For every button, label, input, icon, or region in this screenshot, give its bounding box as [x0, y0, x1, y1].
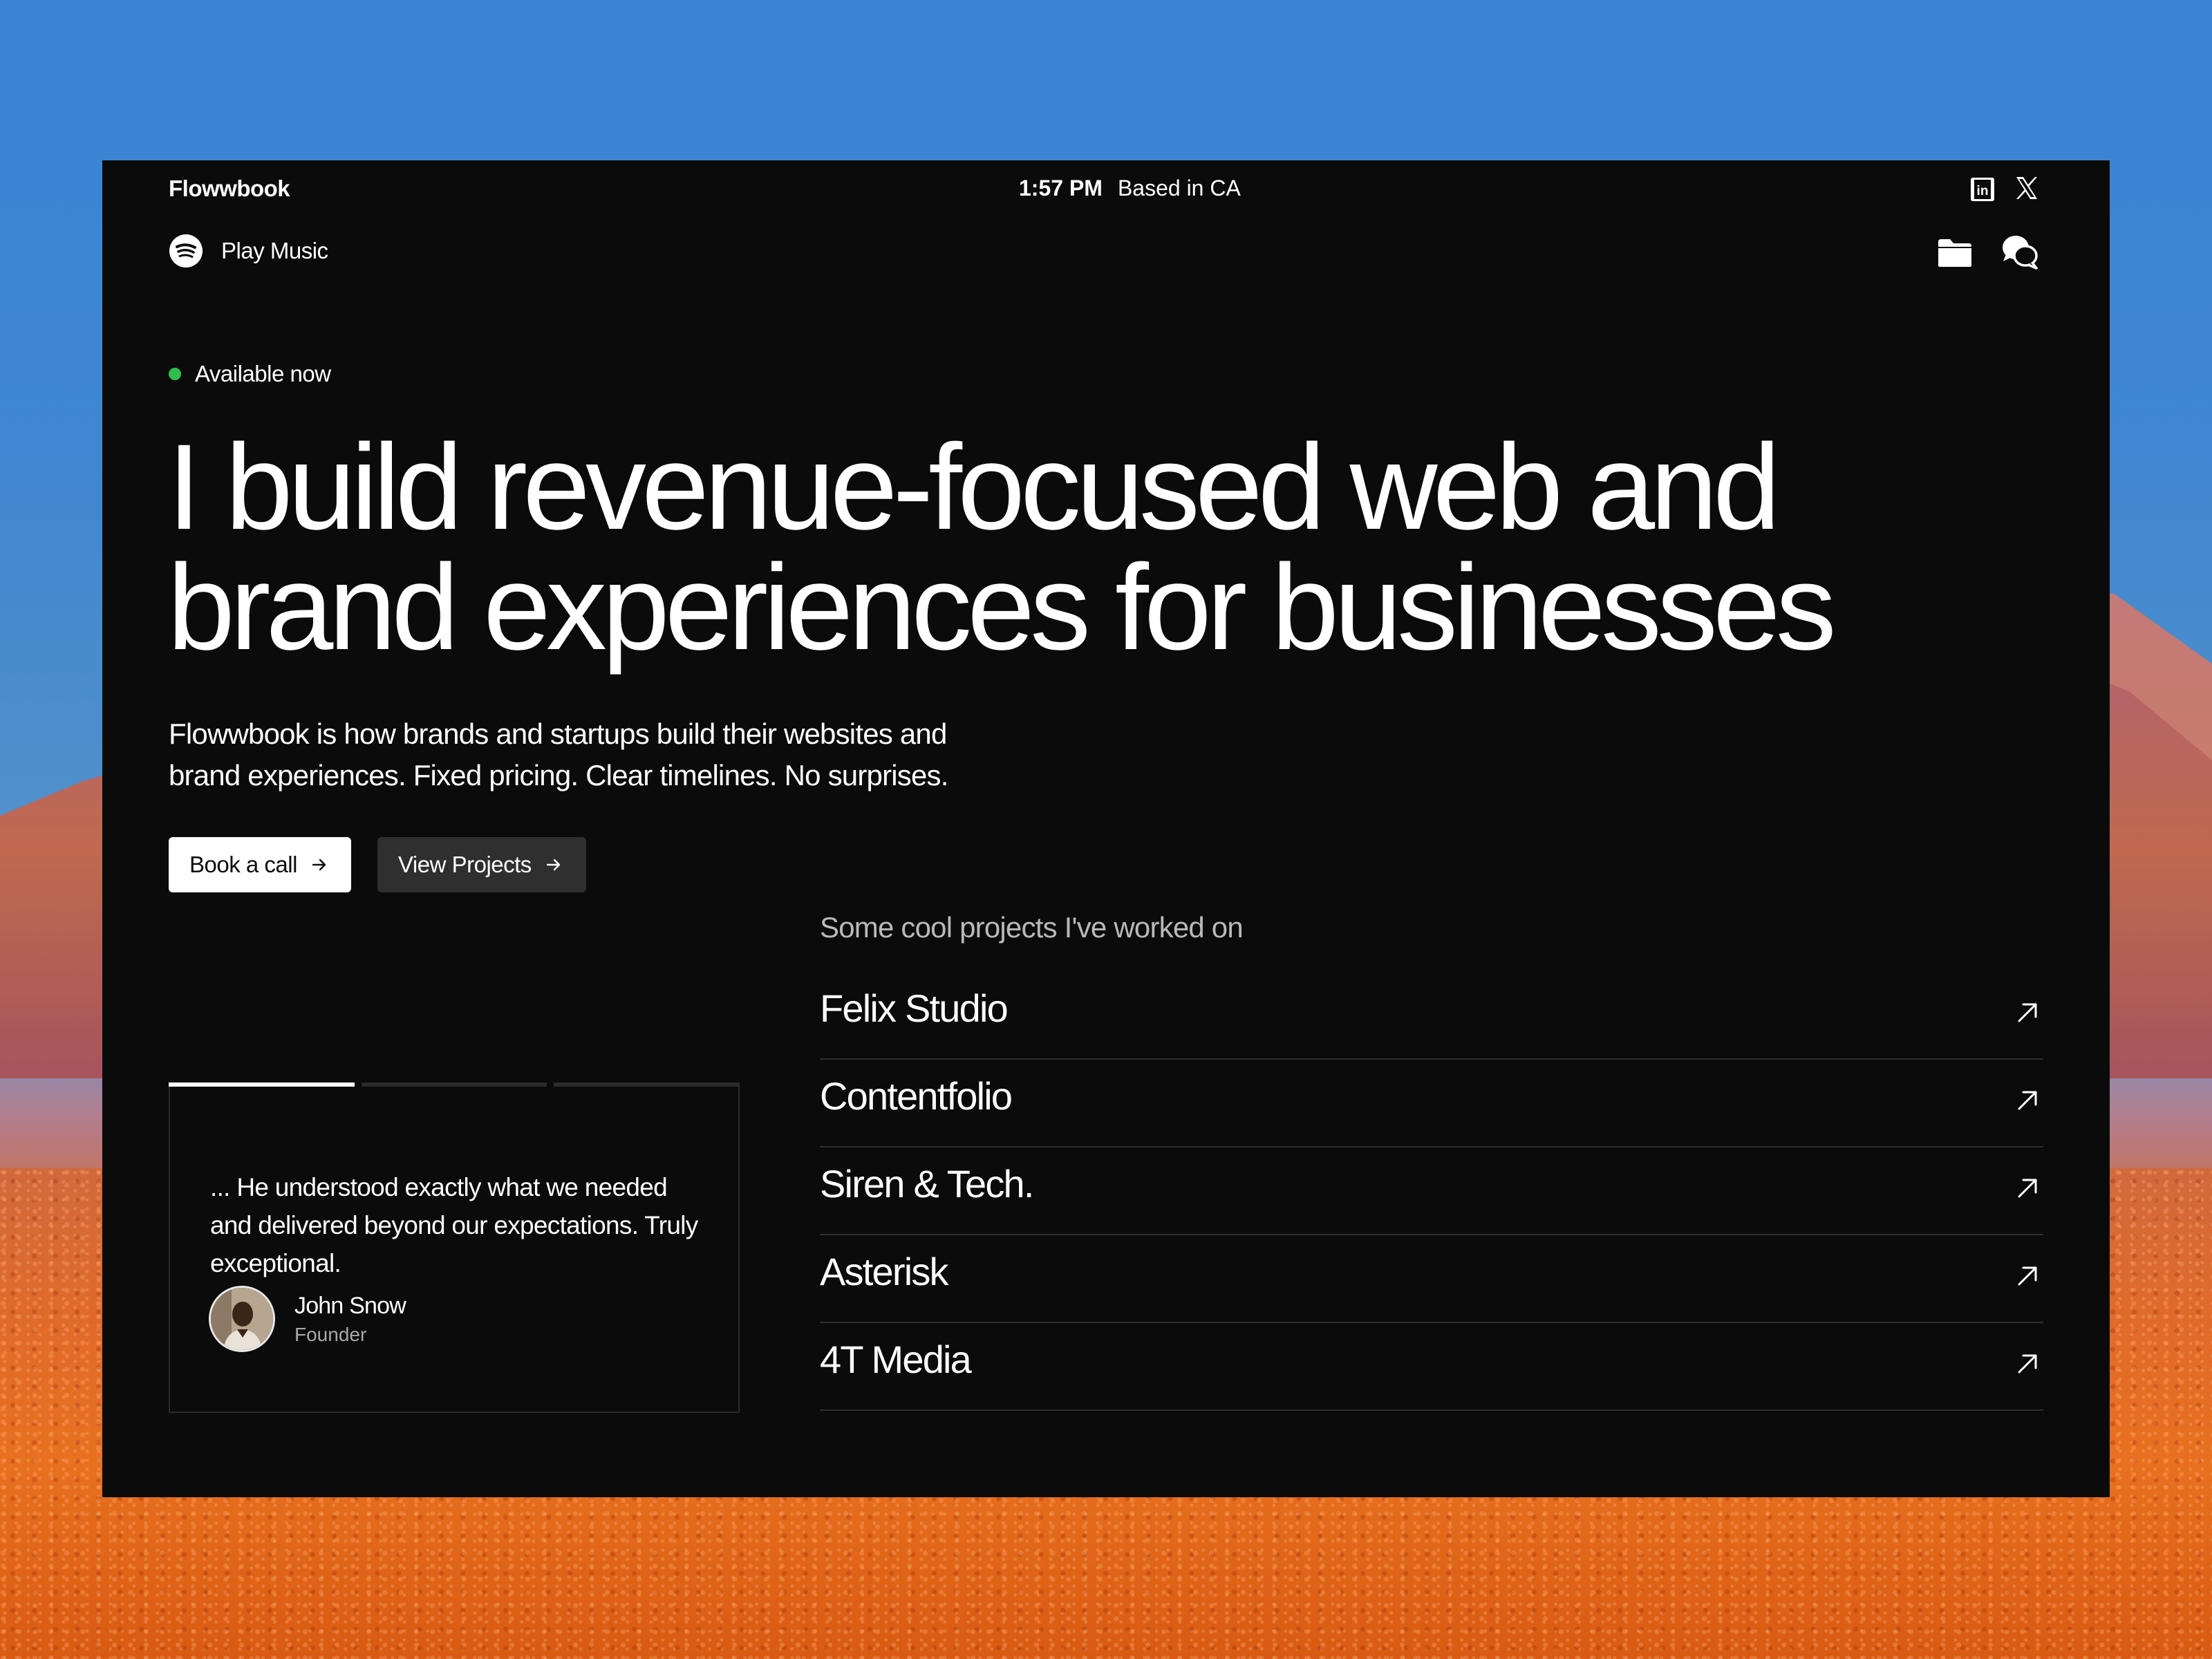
projects-heading: Some cool projects I've worked on	[820, 911, 1244, 944]
project-name: Contentfolio	[820, 1074, 1013, 1118]
headline-line: brand experiences for businesses	[167, 540, 1837, 675]
testimonial-progress	[169, 1082, 740, 1087]
project-row[interactable]: Felix Studio	[820, 972, 2043, 1060]
local-time: 1:57 PM	[1019, 176, 1103, 200]
quote-line: and delivered beyond our expectations. T…	[210, 1211, 698, 1239]
project-row[interactable]: Siren & Tech.	[820, 1147, 2043, 1235]
linkedin-icon[interactable]: in	[1970, 177, 1995, 202]
subtitle-line: Flowwbook is how brands and startups bui…	[169, 718, 947, 750]
quote-line: exceptional.	[210, 1249, 341, 1277]
folder-icon[interactable]	[1937, 238, 1973, 268]
x-icon[interactable]	[2013, 174, 2041, 202]
quote-line: ... He understood exactly what we needed	[210, 1173, 668, 1201]
project-name: Asterisk	[820, 1250, 949, 1293]
arrow-up-right-icon	[2018, 1179, 2037, 1198]
testimonial-card: ... He understood exactly what we needed…	[169, 1082, 740, 1413]
project-list: Felix Studio Contentfolio Siren & Tech. …	[820, 972, 2043, 1411]
testimonial-quote: ... He understood exactly what we needed…	[210, 1168, 722, 1282]
status-dot	[169, 368, 181, 380]
author-name: John Snow	[294, 1292, 406, 1319]
testimonial-author: John Snow Founder	[209, 1286, 406, 1352]
play-music-label: Play Music	[221, 238, 328, 263]
slide-indicator[interactable]	[169, 1082, 355, 1087]
svg-text:in: in	[1977, 184, 1989, 198]
view-projects-label: View Projects	[398, 852, 532, 877]
project-row[interactable]: 4T Media	[820, 1323, 2043, 1411]
site-window: Flowwbook 1:57 PM Based in CA in Play Mu…	[102, 160, 2110, 1497]
hero-subtitle: Flowwbook is how brands and startups bui…	[169, 713, 1067, 796]
availability-label: Available now	[195, 361, 331, 386]
spotify-icon	[169, 234, 203, 268]
headline-line: I build revenue-focused web and	[167, 420, 1781, 555]
subtitle-line: brand experiences. Fixed pricing. Clear …	[169, 759, 948, 791]
location-label: Based in CA	[1117, 176, 1241, 200]
slide-indicator[interactable]	[361, 1082, 547, 1087]
brand-logo[interactable]: Flowwbook	[169, 176, 290, 202]
view-projects-button[interactable]: View Projects	[377, 837, 586, 892]
availability-status: Available now	[169, 361, 331, 387]
author-details: John Snow Founder	[294, 1293, 406, 1346]
play-music-button[interactable]: Play Music	[169, 234, 328, 268]
arrow-right-icon	[546, 859, 561, 871]
book-call-button[interactable]: Book a call	[169, 837, 351, 892]
avatar-portrait	[211, 1288, 273, 1350]
arrow-up-right-icon	[2018, 1091, 2037, 1110]
arrow-up-right-icon	[2018, 1354, 2037, 1374]
arrow-up-right-icon	[2018, 1266, 2037, 1286]
time-location: 1:57 PM Based in CA	[1019, 176, 1241, 201]
project-row[interactable]: Asterisk	[820, 1235, 2043, 1323]
project-name: Siren & Tech.	[820, 1162, 1034, 1206]
author-role: Founder	[294, 1323, 367, 1345]
avatar	[209, 1286, 275, 1352]
project-row[interactable]: Contentfolio	[820, 1060, 2043, 1147]
book-call-label: Book a call	[189, 852, 297, 877]
arrow-up-right-icon	[2018, 1003, 2037, 1022]
project-name: Felix Studio	[820, 986, 1009, 1030]
slide-indicator[interactable]	[554, 1082, 740, 1087]
arrow-right-icon	[312, 859, 326, 871]
chat-icon[interactable]	[2000, 232, 2039, 271]
project-name: 4T Media	[820, 1338, 972, 1381]
hero-headline: I build revenue-focused web and brand ex…	[167, 427, 2034, 668]
